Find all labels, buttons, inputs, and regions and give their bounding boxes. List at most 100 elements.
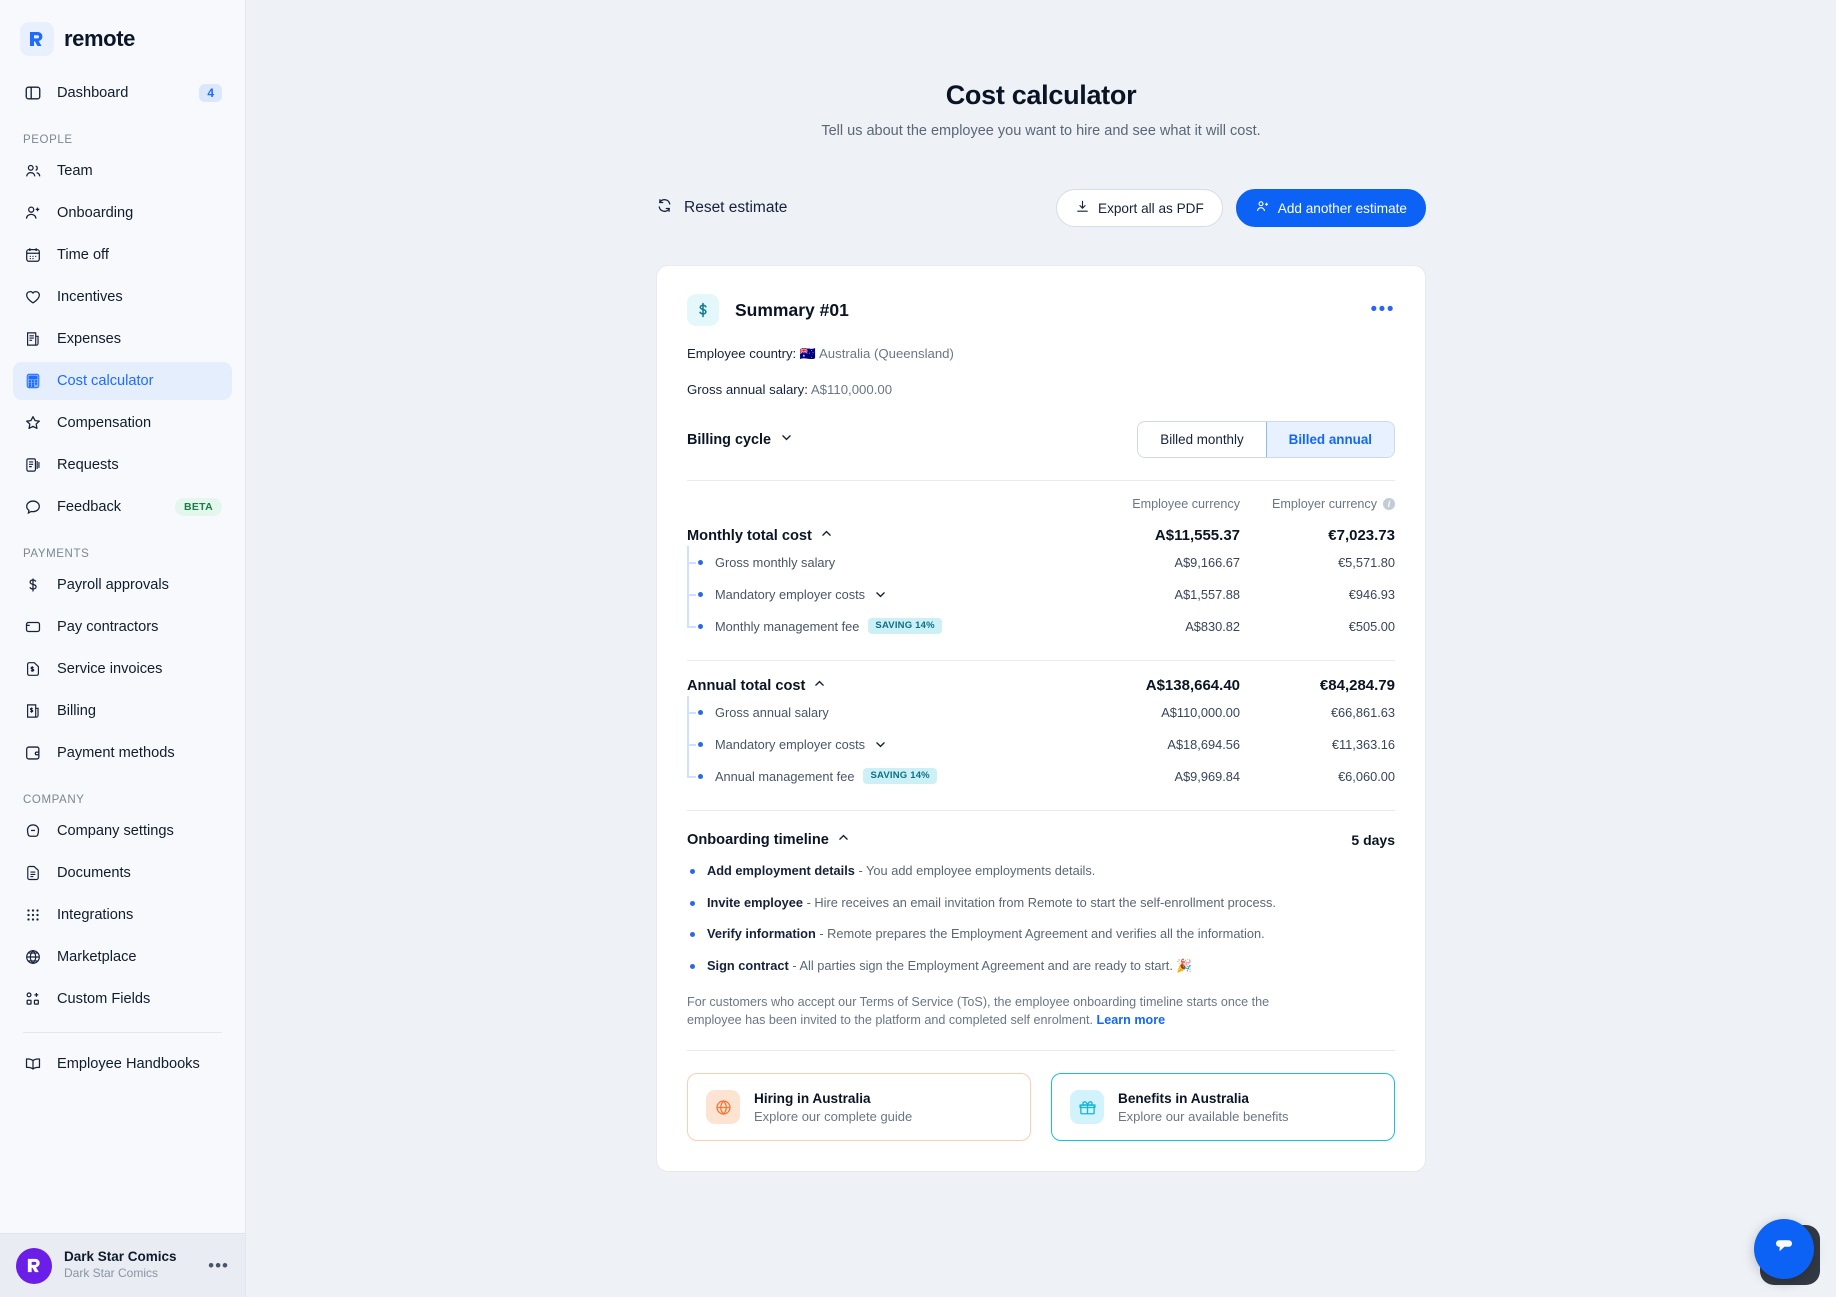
monthly-total-employer: €7,023.73	[1328, 527, 1395, 544]
sidebar-item-company-settings[interactable]: Company settings	[13, 812, 232, 850]
timeline-step: Verify information - Remote prepares the…	[707, 926, 1265, 943]
monthly-total-toggle[interactable]: Monthly total cost	[687, 527, 833, 544]
promo-title: Hiring in Australia	[754, 1090, 871, 1106]
sidebar-item-label: Expenses	[57, 331, 122, 347]
promo-card-benefits[interactable]: Benefits in Australia Explore our availa…	[1051, 1073, 1395, 1142]
chat-icon	[23, 497, 43, 517]
row-label: Mandatory employer costs	[715, 586, 866, 602]
sidebar-item-documents[interactable]: Documents	[13, 854, 232, 892]
billing-icon	[23, 701, 43, 721]
reset-estimate-button[interactable]: Reset estimate	[656, 197, 787, 219]
sidebar-item-integrations[interactable]: Integrations	[13, 896, 232, 934]
sidebar-item-incentives[interactable]: Incentives	[13, 278, 232, 316]
divider	[687, 660, 1395, 661]
gross-annual-salary-label: Gross annual salary:	[687, 382, 808, 397]
summary-card: Summary #01 ••• Employee country: 🇦🇺 Aus…	[656, 265, 1426, 1173]
page-subtitle: Tell us about the employee you want to h…	[821, 123, 1261, 139]
summary-menu-icon[interactable]: •••	[1371, 300, 1395, 320]
book-icon	[23, 1054, 43, 1074]
add-another-estimate-button[interactable]: Add another estimate	[1235, 189, 1426, 227]
table-row: Annual management fee SAVING 14% A$9,969…	[687, 760, 1395, 792]
row-values: A$830.82 €505.00	[1070, 619, 1395, 634]
table-row: Gross monthly salary A$9,166.67 €5,571.8…	[687, 546, 1395, 578]
bullet-icon	[698, 773, 703, 779]
sidebar-item-pay-contractors[interactable]: Pay contractors	[13, 608, 232, 646]
sidebar-item-employee-handbooks[interactable]: Employee Handbooks	[13, 1045, 232, 1083]
org-switcher[interactable]: Dark Star Comics Dark Star Comics •••	[0, 1233, 245, 1297]
sidebar-item-custom-fields[interactable]: Custom Fields	[13, 980, 232, 1018]
annual-total-toggle[interactable]: Annual total cost	[687, 677, 826, 694]
request-icon	[23, 455, 43, 475]
chevron-down-icon[interactable]	[874, 738, 887, 751]
calculator-icon	[23, 371, 43, 391]
sidebar-item-marketplace[interactable]: Marketplace	[13, 938, 232, 976]
sidebar-item-payroll-approvals[interactable]: Payroll approvals	[13, 566, 232, 604]
row-employee-value: A$1,557.88	[1174, 586, 1240, 602]
bullet-icon	[690, 963, 695, 969]
billing-cycle-toggle[interactable]: Billing cycle	[687, 431, 793, 448]
chat-widget-button[interactable]	[1754, 1219, 1814, 1279]
sidebar-item-feedback[interactable]: Feedback BETA	[13, 488, 232, 526]
tab-billed-annual[interactable]: Billed annual	[1265, 422, 1394, 457]
sidebar-item-label: Marketplace	[57, 949, 137, 965]
sidebar-item-team[interactable]: Team	[13, 152, 232, 190]
row-employee-value: A$18,694.56	[1167, 736, 1240, 752]
learn-more-link[interactable]: Learn more	[1097, 1013, 1166, 1027]
sidebar-section-payments: PAYMENTS	[23, 548, 90, 560]
annual-total-employee: A$138,664.40	[1145, 677, 1240, 694]
export-pdf-button[interactable]: Export all as PDF	[1056, 189, 1223, 227]
row-employee-value: A$9,166.67	[1174, 554, 1240, 570]
summary-card-header: Summary #01 •••	[687, 294, 1395, 326]
sidebar-item-label: Billing	[57, 703, 96, 719]
row-values: A$9,969.84 €6,060.00	[1070, 769, 1395, 784]
onboarding-timeline-toggle[interactable]: Onboarding timeline	[687, 831, 850, 848]
sidebar-item-label: Integrations	[57, 907, 134, 923]
monthly-total-label: Monthly total cost	[687, 527, 812, 544]
row-label-wrap: Mandatory employer costs	[715, 737, 887, 752]
sidebar-item-requests[interactable]: Requests	[13, 446, 232, 484]
sidebar-item-onboarding[interactable]: Onboarding	[13, 194, 232, 232]
status-badge: SAVING 14%	[863, 768, 937, 784]
monthly-total-employee: A$11,555.37	[1154, 527, 1240, 544]
sidebar-item-label: Documents	[57, 865, 131, 881]
chevron-down-icon[interactable]	[874, 588, 887, 601]
row-employer-value: €11,363.16	[1331, 736, 1395, 752]
sidebar-item-time-off[interactable]: Time off	[13, 236, 232, 274]
promo-text: Hiring in Australia Explore our complete…	[754, 1091, 912, 1124]
refresh-icon	[656, 197, 673, 219]
sidebar-item-cost-calculator[interactable]: Cost calculator	[13, 362, 232, 400]
org-menu-icon[interactable]: •••	[208, 1256, 229, 1276]
invoice-icon	[23, 659, 43, 679]
status-badge: SAVING 14%	[868, 618, 942, 634]
star-icon	[23, 413, 43, 433]
row-label-wrap: Annual management fee SAVING 14%	[715, 768, 937, 784]
employee-country-value: Australia (Queensland)	[819, 346, 954, 361]
row-employee-value: A$9,969.84	[1174, 768, 1240, 784]
promo-title: Benefits in Australia	[1118, 1090, 1249, 1106]
monthly-breakdown: Gross monthly salary A$9,166.67 €5,571.8…	[687, 546, 1395, 642]
bullet-icon	[698, 559, 703, 565]
info-icon[interactable]: i	[1383, 498, 1395, 510]
sidebar-item-service-invoices[interactable]: Service invoices	[13, 650, 232, 688]
sidebar-item-dashboard[interactable]: Dashboard 4	[13, 74, 232, 112]
tab-billed-monthly[interactable]: Billed monthly	[1138, 422, 1266, 457]
row-values: A$18,694.56 €11,363.16	[1070, 737, 1395, 752]
promo-card-hiring[interactable]: Hiring in Australia Explore our complete…	[687, 1073, 1031, 1142]
timeline-step-desc: - All parties sign the Employment Agreem…	[788, 957, 1193, 973]
row-employer-value: €6,060.00	[1338, 768, 1395, 784]
sidebar-item-billing[interactable]: Billing	[13, 692, 232, 730]
sidebar-item-compensation[interactable]: Compensation	[13, 404, 232, 442]
bullet-icon	[690, 900, 695, 906]
avatar	[16, 1247, 52, 1284]
timeline-step: Add employment details - You add employe…	[707, 863, 1095, 880]
sidebar-item-label: Onboarding	[57, 205, 134, 221]
table-row: Gross annual salary A$110,000.00 €66,861…	[687, 696, 1395, 728]
sidebar-item-payment-methods[interactable]: Payment methods	[13, 734, 232, 772]
sidebar-item-label: Custom Fields	[57, 991, 151, 1007]
summary-title: Summary #01	[735, 299, 849, 320]
bullet-icon	[690, 932, 695, 938]
promo-cards: Hiring in Australia Explore our complete…	[687, 1073, 1395, 1142]
divider	[687, 810, 1395, 811]
sidebar-item-expenses[interactable]: Expenses	[13, 320, 232, 358]
brand[interactable]: remote	[0, 0, 245, 74]
